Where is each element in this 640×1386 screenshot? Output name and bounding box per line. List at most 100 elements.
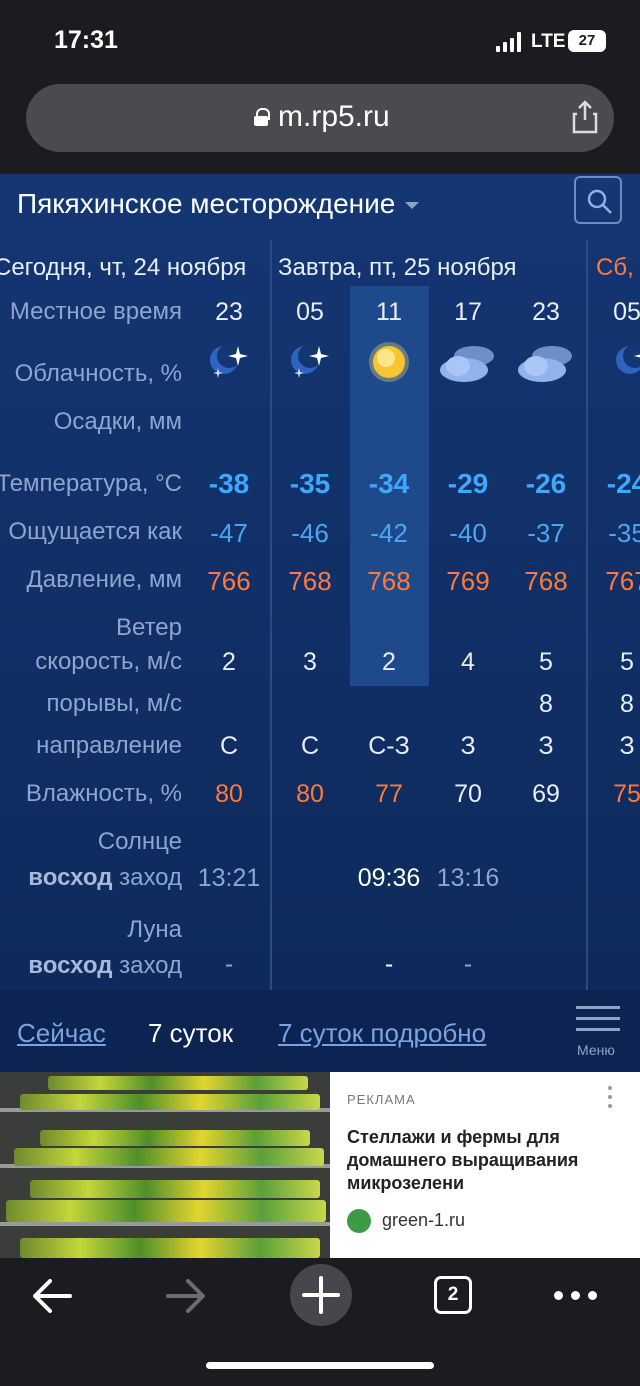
forward-arrow-icon[interactable]	[164, 1276, 208, 1316]
temp-cell: -38	[208, 468, 250, 499]
weather-panel: Пякяхинское месторождение Сегодня, чт, 2…	[0, 174, 640, 990]
label-direction: направление	[36, 732, 182, 759]
feels-cell: -47	[210, 518, 248, 548]
site-nav: Сейчас 7 суток 7 суток подробно Меню	[0, 990, 640, 1072]
pressure-cell: 768	[367, 566, 411, 596]
night-clear-icon	[616, 344, 640, 374]
direction-cell: С-З	[368, 732, 410, 760]
feels-cell: -46	[291, 518, 329, 548]
share-icon[interactable]	[571, 100, 599, 134]
label-pressure: Давление, мм	[26, 566, 183, 593]
moon-time: -	[224, 950, 234, 978]
nav-now-link[interactable]: Сейчас	[17, 1018, 106, 1049]
label-sunrise: восход	[28, 864, 113, 891]
feels-cell: -40	[449, 518, 487, 548]
nav-seven-days-detail-link[interactable]: 7 суток подробно	[278, 1018, 486, 1049]
chevron-down-icon	[405, 202, 420, 210]
wind-cell: 3	[303, 648, 317, 676]
lock-icon	[254, 108, 270, 126]
label-gusts: порывы, м/с	[46, 690, 182, 717]
moonrise-time: -	[384, 950, 394, 978]
humidity-cell: 70	[454, 780, 482, 808]
menu-label: Меню	[577, 1042, 615, 1058]
nav-seven-days[interactable]: 7 суток	[148, 1018, 233, 1049]
pressure-cell: 767	[605, 566, 640, 596]
pressure-cell: 766	[207, 566, 251, 596]
more-options-icon[interactable]	[606, 1086, 614, 1113]
wind-cell: 4	[461, 648, 475, 676]
temp-cell: -29	[447, 468, 489, 499]
gusts-cell: 8	[620, 690, 634, 718]
sun-icon	[369, 342, 409, 382]
cloudy-night-icon	[440, 346, 494, 382]
location-title[interactable]: Пякяхинское месторождение	[17, 188, 420, 220]
temp-cell: -26	[525, 468, 567, 499]
gusts-cell: 8	[539, 690, 553, 718]
cloudy-night-icon	[518, 346, 572, 382]
label-sun: Солнце	[97, 828, 182, 855]
wind-cell: 5	[620, 648, 634, 676]
night-clear-icon	[210, 344, 248, 378]
label-precip: Осадки, мм	[53, 408, 182, 435]
day-saturday: Сб,	[596, 254, 634, 281]
menu-button[interactable]	[576, 1006, 624, 1039]
temp-cell: -35	[289, 468, 331, 499]
wind-cell: 5	[539, 648, 553, 676]
plus-icon	[302, 1276, 340, 1314]
tabs-count-button[interactable]: 2	[434, 1276, 472, 1314]
feels-cell: -37	[527, 518, 565, 548]
label-feels: Ощущается как	[8, 518, 182, 545]
label-moon-times: восход заход	[28, 952, 182, 980]
browser-chrome: 17:31 LTE 27 m.rp5.ru	[0, 0, 640, 174]
ad-title[interactable]: Стеллажи и фермы для домашнего выращиван…	[347, 1126, 627, 1195]
new-tab-button[interactable]	[290, 1264, 352, 1326]
humidity-cell: 80	[296, 780, 324, 808]
direction-cell: З	[619, 732, 635, 760]
humidity-cell: 80	[215, 780, 243, 808]
hour-cell: 05	[296, 298, 324, 326]
label-temperature: Температура, °C	[0, 470, 182, 497]
day-divider	[270, 240, 272, 990]
search-icon	[587, 189, 612, 214]
sunset-time: 13:21	[197, 864, 261, 892]
home-indicator	[206, 1362, 434, 1369]
humidity-cell: 69	[532, 780, 560, 808]
leaf-icon	[347, 1209, 371, 1233]
ad-banner[interactable]: РЕКЛАМА Стеллажи и фермы для домашнего в…	[0, 1072, 640, 1258]
day-today: Сегодня, чт, 24 ноября	[0, 254, 247, 281]
network-label: LTE	[531, 31, 566, 52]
direction-cell: С	[300, 732, 320, 760]
direction-cell: З	[538, 732, 554, 760]
url-text: m.rp5.ru	[278, 100, 390, 133]
ad-image	[0, 1072, 330, 1258]
label-sun-times: восход заход	[28, 864, 182, 892]
hour-cell: 17	[454, 298, 482, 326]
pressure-cell: 768	[288, 566, 332, 596]
hour-cell: 05	[613, 298, 640, 326]
sunrise-time: 09:36	[357, 864, 421, 892]
hour-cell: 11	[376, 298, 402, 326]
ad-site[interactable]: green-1.ru	[382, 1210, 465, 1231]
day-divider	[586, 240, 588, 990]
back-arrow-icon[interactable]	[30, 1276, 74, 1316]
wind-cell: 2	[222, 648, 236, 676]
label-cloudiness: Облачность, %	[14, 360, 182, 387]
hamburger-icon	[576, 1006, 624, 1031]
label-wind-speed: скорость, м/с	[35, 648, 182, 675]
night-clear-icon	[291, 344, 329, 378]
wind-cell: 2	[382, 648, 396, 676]
sunset-time: 13:16	[436, 864, 500, 892]
label-moon: Луна	[127, 916, 182, 943]
label-moonrise: восход	[28, 952, 113, 979]
more-icon[interactable]	[554, 1291, 598, 1300]
direction-cell: З	[460, 732, 476, 760]
search-button[interactable]	[574, 176, 622, 224]
label-humidity: Влажность, %	[25, 780, 182, 807]
direction-cell: С	[219, 732, 239, 760]
signal-icon	[496, 32, 524, 52]
feels-cell: -35	[608, 518, 640, 548]
humidity-cell: 77	[375, 780, 403, 808]
label-sunset: заход	[119, 864, 182, 891]
url-bar[interactable]: m.rp5.ru	[26, 84, 614, 152]
status-time: 17:31	[54, 26, 118, 54]
